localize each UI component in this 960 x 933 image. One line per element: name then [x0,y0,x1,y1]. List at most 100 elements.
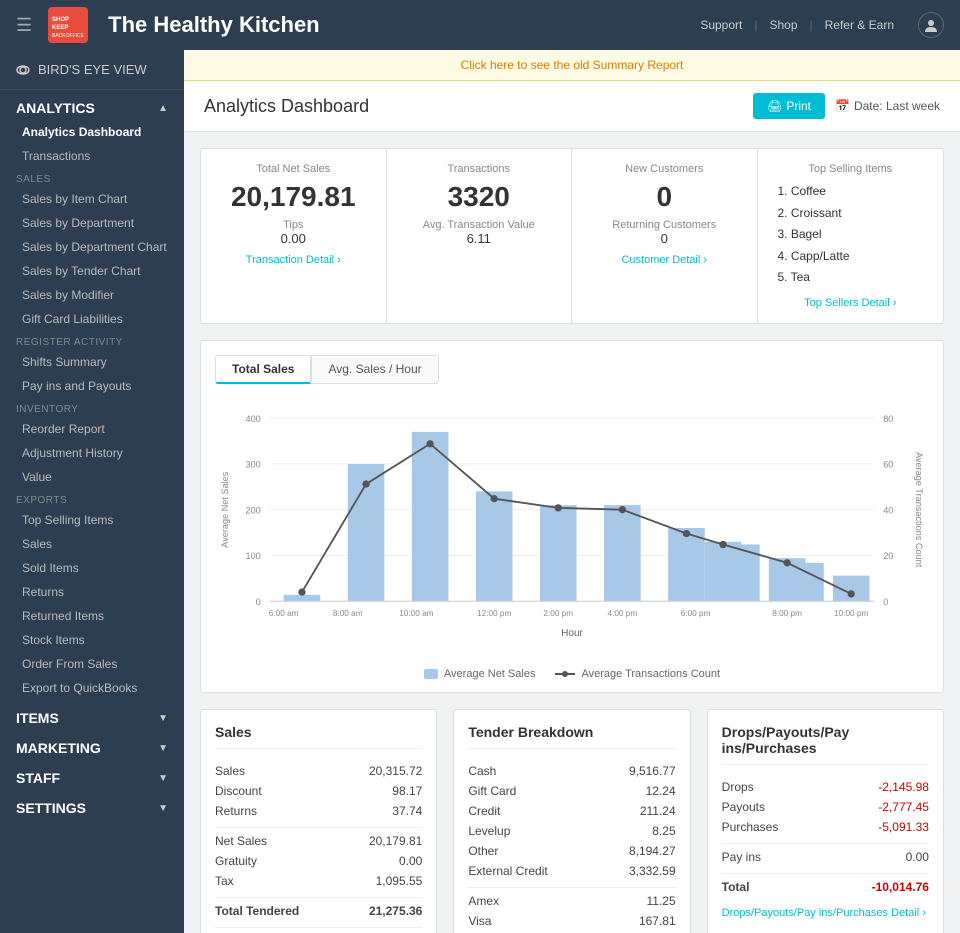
row-payouts: Payouts-2,777.45 [722,797,929,817]
svg-text:60: 60 [883,460,893,470]
date-filter[interactable]: 📅 Date: Last week [835,99,940,113]
svg-text:0: 0 [256,597,261,607]
items-section-header[interactable]: ITEMS ▼ [0,700,184,730]
sidebar-item-shifts-summary[interactable]: Shifts Summary [0,350,184,374]
transactions-card: Transactions 3320 Avg. Transaction Value… [387,149,573,323]
top-nav: ☰ SHOP KEEP BACKOFFICE The Healthy Kitch… [0,0,960,50]
chart-tabs: Total Sales Avg. Sales / Hour [215,355,929,384]
inventory-category: INVENTORY [0,398,184,417]
marketing-label: MARKETING [16,740,101,756]
sidebar-item-transactions[interactable]: Transactions [0,144,184,168]
sidebar-item-sales-by-department-chart[interactable]: Sales by Department Chart [0,235,184,259]
total-net-sales-label: Total Net Sales [221,163,366,175]
transaction-detail-link[interactable]: Transaction Detail › [221,254,366,266]
analytics-section-header[interactable]: ANALYTICS ▲ [0,90,184,120]
svg-text:6:00 pm: 6:00 pm [681,609,711,618]
top-nav-links: Support | Shop | Refer & Earn [700,12,944,38]
register-category: REGISTER ACTIVITY [0,331,184,350]
dot-8pm [783,559,790,566]
hamburger-menu[interactable]: ☰ [16,15,32,36]
sidebar-item-reorder-report[interactable]: Reorder Report [0,417,184,441]
logo-icon: SHOP KEEP BACKOFFICE [48,7,88,43]
svg-text:40: 40 [883,505,893,515]
bar-2pm-2 [604,505,641,601]
sidebar-item-stock-items[interactable]: Stock Items [0,628,184,652]
row-drops: Drops-2,145.98 [722,777,929,797]
transactions-value: 3320 [407,181,552,213]
top-sellers-card: Top Selling Items 1. Coffee 2. Croissant… [758,149,944,323]
sidebar-item-adjustment-history[interactable]: Adjustment History [0,441,184,465]
analytics-chevron: ▲ [158,103,168,114]
sidebar-item-sales-by-department[interactable]: Sales by Department [0,211,184,235]
row-purchases: Purchases-5,091.33 [722,817,929,837]
tab-avg-sales[interactable]: Avg. Sales / Hour [311,355,438,384]
sidebar-item-returns[interactable]: Returns [0,580,184,604]
bottom-row: Sales Sales20,315.72 Discount98.17 Retur… [200,709,944,933]
sidebar-item-sales-by-modifier[interactable]: Sales by Modifier [0,283,184,307]
svg-text:400: 400 [246,414,261,424]
marketing-section-header[interactable]: MARKETING ▼ [0,730,184,760]
support-link[interactable]: Support [700,18,742,32]
bird-eye-label: BIRD'S EYE VIEW [38,62,147,77]
sidebar-item-order-from-sales[interactable]: Order From Sales [0,652,184,676]
staff-section-header[interactable]: STAFF ▼ [0,760,184,790]
svg-text:80: 80 [883,414,893,424]
user-icon[interactable] [918,12,944,38]
sidebar-item-sold-items[interactable]: Sold Items [0,556,184,580]
top-sellers-detail-link[interactable]: Top Sellers Detail › [778,297,924,309]
legend-line-symbol [555,673,575,675]
sidebar-item-sales-by-item-chart[interactable]: Sales by Item Chart [0,187,184,211]
main-content: Click here to see the old Summary Report… [184,50,960,933]
analytics-label: ANALYTICS [16,100,95,116]
dot-8am [362,480,369,487]
sidebar-item-export-quickbooks[interactable]: Export to QuickBooks [0,676,184,700]
sidebar-item-sales-by-tender-chart[interactable]: Sales by Tender Chart [0,259,184,283]
sidebar-item-gift-card-liabilities[interactable]: Gift Card Liabilities [0,307,184,331]
bar-6am [284,595,321,601]
svg-text:8:00 pm: 8:00 pm [772,609,802,618]
svg-text:300: 300 [246,460,261,470]
notice-bar: Click here to see the old Summary Report [184,50,960,81]
tab-total-sales[interactable]: Total Sales [215,355,311,384]
drops-detail-link[interactable]: Drops/Payouts/Pay ins/Purchases Detail › [722,907,929,919]
sidebar-item-value[interactable]: Value [0,465,184,489]
tips-value: 0.00 [221,231,366,246]
sales-table-section: Sales Sales20,315.72 Discount98.17 Retur… [200,709,437,933]
svg-text:Average Net Sales: Average Net Sales [220,471,230,547]
row-gift-card: Gift Card12.24 [468,781,675,801]
items-chevron: ▼ [158,713,168,724]
shop-link[interactable]: Shop [769,18,797,32]
sidebar-item-analytics-dashboard[interactable]: Analytics Dashboard [0,120,184,144]
sidebar-item-sales-export[interactable]: Sales [0,532,184,556]
legend-bar-box [424,669,438,679]
transactions-label: Transactions [407,163,552,175]
notice-link[interactable]: Click here to see the old Summary Report [461,58,684,72]
svg-text:200: 200 [246,505,261,515]
row-pay-ins: Pay ins0.00 [722,843,929,867]
drops-table-section: Drops/Payouts/Pay ins/Purchases Drops-2,… [707,709,944,933]
sidebar-item-returned-items[interactable]: Returned Items [0,604,184,628]
customer-detail-link[interactable]: Customer Detail › [592,254,737,266]
sidebar-item-pay-ins-payouts[interactable]: Pay ins and Payouts [0,374,184,398]
svg-text:2:00 pm: 2:00 pm [543,609,573,618]
settings-section-header[interactable]: SETTINGS ▼ [0,790,184,820]
sales-table-title: Sales [215,724,422,749]
sidebar-item-bird-eye[interactable]: BIRD'S EYE VIEW [0,50,184,90]
total-net-sales-card: Total Net Sales 20,179.81 Tips 0.00 Tran… [201,149,387,323]
tips-label: Tips [221,219,366,231]
row-total-tendered: Total Tendered21,275.36 [215,897,422,921]
sidebar-item-top-selling-items[interactable]: Top Selling Items [0,508,184,532]
print-button[interactable]: 🖨 Print [753,93,825,119]
refer-earn-link[interactable]: Refer & Earn [825,18,894,32]
dot-4pm [683,530,690,537]
bar-12pm [476,491,513,601]
svg-text:8:00 am: 8:00 am [333,609,363,618]
total-net-sales-value: 20,179.81 [221,181,366,213]
exports-category: EXPORTS [0,489,184,508]
svg-text:4:00 pm: 4:00 pm [607,609,637,618]
avg-transaction-label: Avg. Transaction Value [407,219,552,231]
staff-chevron: ▼ [158,773,168,784]
marketing-chevron: ▼ [158,743,168,754]
chart-legend: Average Net Sales Average Transactions C… [215,668,929,680]
dot-2pm [555,504,562,511]
